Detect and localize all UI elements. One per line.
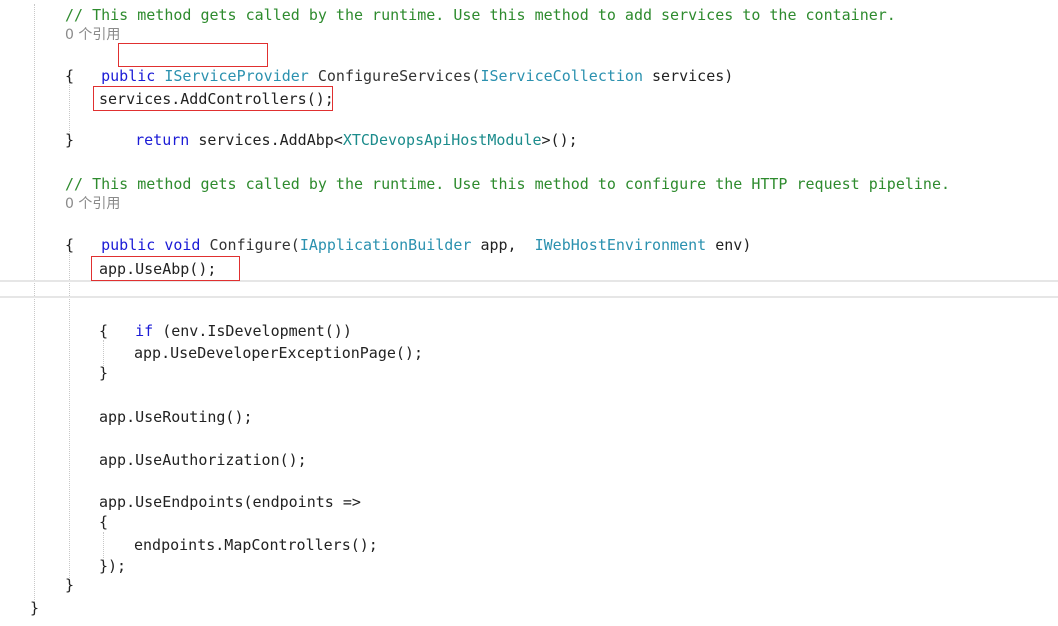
codelens-references[interactable]: 0 个引用 xyxy=(65,194,120,214)
code-line-close-lambda: }); xyxy=(99,557,127,575)
code-comment: // This method gets called by the runtim… xyxy=(65,175,951,193)
brace-close: } xyxy=(99,364,109,382)
brace-open: { xyxy=(99,322,109,340)
type-iserviceprovider: IServiceProvider xyxy=(164,67,309,85)
code-line-use-routing: app.UseRouting(); xyxy=(99,408,253,426)
current-line-highlight xyxy=(0,280,1058,298)
codelens-references[interactable]: 0 个引用 xyxy=(65,25,120,45)
code-line-use-abp: app.UseAbp(); xyxy=(99,260,217,278)
code-line-add-controllers: services.AddControllers(); xyxy=(99,90,334,108)
brace-close: } xyxy=(65,576,75,594)
type-module: XTCDevopsApiHostModule xyxy=(342,131,542,149)
keyword-if: if xyxy=(135,322,154,340)
keyword-return: return xyxy=(135,131,190,149)
brace-open: { xyxy=(99,513,109,531)
code-line-use-endpoints: app.UseEndpoints(endpoints => xyxy=(99,493,361,511)
code-line-if-development: if (env.IsDevelopment()) xyxy=(99,301,352,340)
code-line-map-controllers: endpoints.MapControllers(); xyxy=(134,536,378,554)
param-services: services) xyxy=(652,67,734,85)
method-configureservices: ConfigureServices( xyxy=(317,67,481,85)
type-iwebhostenvironment: IWebHostEnvironment xyxy=(534,236,707,254)
method-configure: Configure( xyxy=(209,236,300,254)
brace-open: { xyxy=(65,236,75,254)
condition: (env.IsDevelopment()) xyxy=(162,322,352,340)
param-app: app, xyxy=(480,236,517,254)
call-addabp: services.AddAbp< xyxy=(198,131,343,149)
keyword-public: public xyxy=(101,67,156,85)
type-iservicecollection: IServiceCollection xyxy=(480,67,643,85)
call-end: >(); xyxy=(541,131,578,149)
brace-close: } xyxy=(30,599,40,617)
brace-open: { xyxy=(65,67,75,85)
brace-close: } xyxy=(65,131,75,149)
keyword-public-void: public void xyxy=(101,236,201,254)
indent-guide xyxy=(34,4,35,602)
code-line-configure-services: public IServiceProvider ConfigureService… xyxy=(65,46,733,85)
type-iapplicationbuilder: IApplicationBuilder xyxy=(299,236,472,254)
code-line-developer-exception-page: app.UseDeveloperExceptionPage(); xyxy=(134,344,423,362)
code-line-configure: public void Configure(IApplicationBuilde… xyxy=(65,215,751,254)
code-comment: // This method gets called by the runtim… xyxy=(65,6,896,24)
code-editor[interactable]: // This method gets called by the runtim… xyxy=(0,0,1058,626)
code-line-return-addabp: return services.AddAbp<XTCDevopsApiHostM… xyxy=(99,110,578,149)
param-env: env) xyxy=(715,236,752,254)
code-line-use-authorization: app.UseAuthorization(); xyxy=(99,451,307,469)
